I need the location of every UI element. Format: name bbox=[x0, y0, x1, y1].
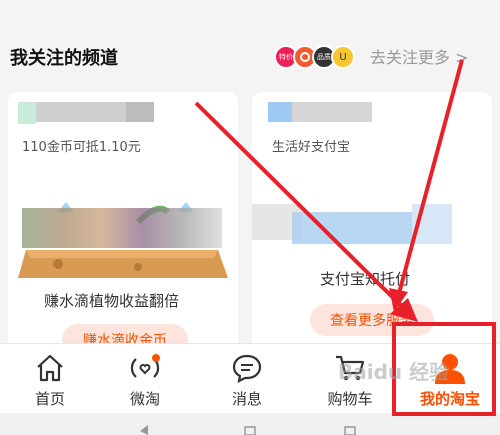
channel-card-water-plant[interactable]: 110金币可抵1.10元 赚水滴植物收益翻倍 赚水滴收金币 bbox=[8, 92, 238, 352]
ring-icon bbox=[300, 52, 310, 62]
chat-bubble-icon bbox=[230, 352, 264, 384]
system-nav-icons bbox=[140, 425, 356, 435]
shopping-cart-icon bbox=[333, 352, 367, 384]
tab-messages[interactable]: 消息 bbox=[197, 344, 297, 414]
tab-label: 微淘 bbox=[129, 390, 160, 408]
notification-dot bbox=[152, 354, 160, 362]
card-caption: 支付宝知托付 bbox=[320, 270, 411, 288]
tab-cart[interactable]: 购物车 bbox=[300, 344, 400, 414]
channel-badge-u[interactable]: U bbox=[331, 45, 355, 69]
tab-home[interactable]: 首页 bbox=[0, 344, 100, 414]
broadcast-heart-icon bbox=[128, 352, 162, 384]
home-icon bbox=[33, 352, 67, 384]
blurred-banner bbox=[22, 208, 222, 248]
card-subtitle: 生活好支付宝 bbox=[272, 140, 351, 155]
card-logo-blur bbox=[18, 102, 36, 124]
system-navigation-bar bbox=[0, 413, 500, 435]
followed-channels-header: 我关注的频道 特价 品质 U 去关注更多 > bbox=[0, 0, 500, 92]
card-title-blur bbox=[292, 102, 372, 122]
channel-card-alipay[interactable]: 生活好支付宝 支付宝知托付 查看更多服务 bbox=[252, 92, 492, 352]
card-title-blur bbox=[36, 102, 126, 122]
tab-label: 购物车 bbox=[327, 390, 373, 408]
blurred-banner-right bbox=[412, 204, 452, 244]
section-title: 我关注的频道 bbox=[10, 48, 118, 69]
card-caption: 赚水滴植物收益翻倍 bbox=[44, 292, 180, 310]
card-title-blur-2 bbox=[126, 102, 154, 122]
tab-weitao[interactable]: 微淘 bbox=[95, 344, 195, 414]
card-logo-blur bbox=[268, 102, 292, 122]
follow-more-link[interactable]: 去关注更多 > bbox=[370, 44, 469, 68]
channel-badges[interactable]: 特价 品质 U bbox=[274, 44, 355, 70]
tab-label: 首页 bbox=[34, 390, 65, 408]
tab-label: 消息 bbox=[231, 390, 262, 408]
card-subtitle: 110金币可抵1.10元 bbox=[22, 140, 141, 155]
annotation-highlight-box bbox=[392, 322, 496, 416]
